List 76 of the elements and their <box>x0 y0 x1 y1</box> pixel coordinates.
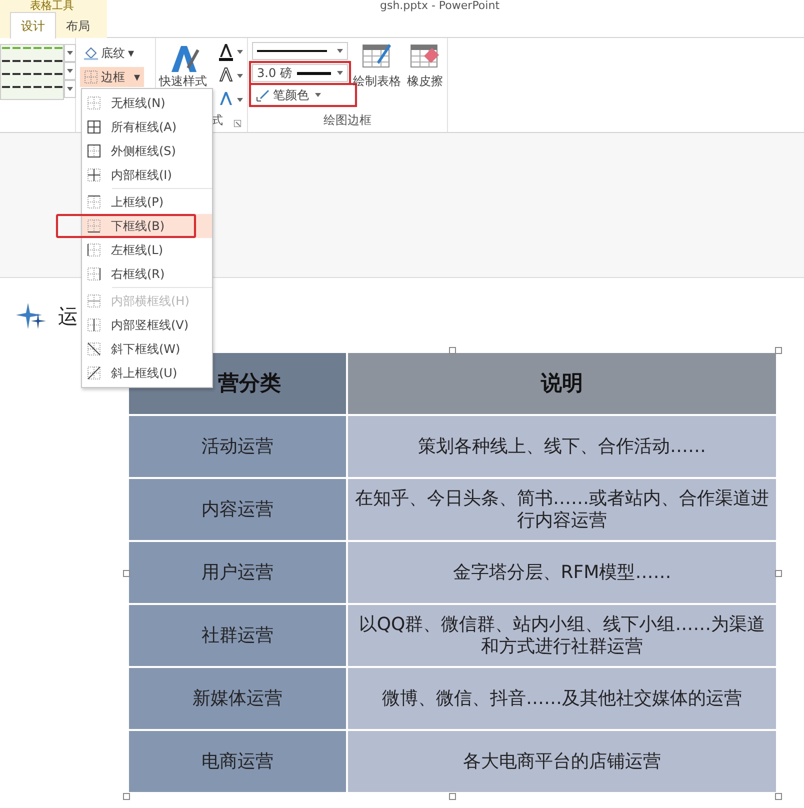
menu-item[interactable]: 右框线(R) <box>82 262 212 286</box>
table-cell: 以QQ群、微信群、站内小组、线下小组……为渠道和方式进行社群运营 <box>347 604 777 667</box>
line-sample-icon <box>297 72 332 74</box>
window-title: gsh.pptx - PowerPoint <box>380 0 500 12</box>
caret-icon <box>237 50 243 54</box>
caret-icon <box>66 86 74 92</box>
slide-heading: 运 <box>58 303 78 330</box>
resize-handle[interactable] <box>449 347 456 354</box>
quick-styles-button[interactable]: 快速样式 <box>158 42 208 90</box>
caret-icon <box>337 49 343 53</box>
line-sample-icon <box>257 50 327 52</box>
table-cell: 内容运营 <box>128 478 347 541</box>
border-grid-icon <box>87 267 101 281</box>
resize-handle[interactable] <box>123 570 130 577</box>
table-cell: 策划各种线上、线下、合作活动…… <box>347 415 777 478</box>
dialog-launcher-icon <box>234 120 241 127</box>
gallery-scroll-button[interactable] <box>64 80 76 98</box>
eraser-button[interactable]: 橡皮擦 <box>406 42 444 90</box>
table-cell: 社群运营 <box>128 604 347 667</box>
table-style-gallery[interactable] <box>0 44 64 100</box>
table-cell: 微博、微信、抖音……及其他社交媒体的运营 <box>347 667 777 730</box>
caret-icon <box>237 98 243 102</box>
letter-a-icon <box>218 43 234 61</box>
resize-handle[interactable] <box>775 793 782 800</box>
menu-item[interactable]: 所有框线(A) <box>82 115 212 139</box>
border-grid-icon <box>87 120 101 134</box>
table-cell: 新媒体运营 <box>128 667 347 730</box>
contextual-tab-label: 表格工具 <box>30 0 74 12</box>
table-cell: 用户运营 <box>128 541 347 604</box>
table-cell: 各大电商平台的店铺运营 <box>347 730 777 793</box>
group-label: 绘图边框 <box>322 112 372 129</box>
menu-item[interactable]: 上框线(P) <box>82 190 212 214</box>
caret-icon <box>237 74 243 78</box>
menu-item[interactable]: 内部框线(I) <box>82 163 212 187</box>
paint-bucket-icon <box>84 46 98 60</box>
table-cell: 在知乎、今日头条、简书……或者站内、合作渠道进行内容运营 <box>347 478 777 541</box>
resize-handle[interactable] <box>775 570 782 577</box>
menu-item[interactable]: 左框线(L) <box>82 238 212 262</box>
shading-button[interactable]: 底纹 ▾ <box>80 43 138 63</box>
table-pencil-icon <box>362 42 392 70</box>
caret-icon <box>66 50 74 56</box>
menu-item[interactable]: 外侧框线(S) <box>82 139 212 163</box>
ribbon-tab[interactable]: 设计 <box>10 12 56 39</box>
border-grid-icon <box>87 96 101 110</box>
pen-color-button[interactable]: 笔颜色 <box>252 86 354 104</box>
pen-icon <box>256 88 270 102</box>
ribbon-tab[interactable]: 布局 <box>56 12 100 39</box>
border-grid-icon <box>87 366 101 380</box>
line-weight-dropdown[interactable]: 3.0 磅 <box>252 64 348 82</box>
border-grid-icon <box>87 294 101 308</box>
border-grid-icon <box>87 219 101 233</box>
caret-icon <box>315 93 321 97</box>
resize-handle[interactable] <box>449 793 456 800</box>
border-grid-icon <box>87 195 101 209</box>
border-grid-icon <box>87 318 101 332</box>
table-cell: 金字塔分层、RFM模型…… <box>347 541 777 604</box>
gallery-scroll-button[interactable] <box>64 62 76 80</box>
table-eraser-icon <box>410 42 440 70</box>
border-grid-icon <box>87 243 101 257</box>
caret-icon <box>337 71 343 75</box>
table-cell: 电商运营 <box>128 730 347 793</box>
draw-table-button[interactable]: 绘制表格 <box>352 42 402 90</box>
resize-handle[interactable] <box>123 793 130 800</box>
borders-button[interactable]: 边框 ▾ <box>80 67 144 87</box>
table-cell: 活动运营 <box>128 415 347 478</box>
caret-icon <box>66 68 74 74</box>
gallery-scroll-button[interactable] <box>64 44 76 62</box>
border-grid-icon <box>87 168 101 182</box>
line-style-dropdown[interactable] <box>252 42 348 60</box>
resize-handle[interactable] <box>775 347 782 354</box>
menu-item[interactable]: 无框线(N) <box>82 91 212 115</box>
column-header: 说明 <box>347 352 777 415</box>
menu-item[interactable]: 内部竖框线(V) <box>82 313 212 337</box>
border-grid-icon <box>87 342 101 356</box>
border-grid-icon <box>84 70 98 84</box>
border-grid-icon <box>87 144 101 158</box>
